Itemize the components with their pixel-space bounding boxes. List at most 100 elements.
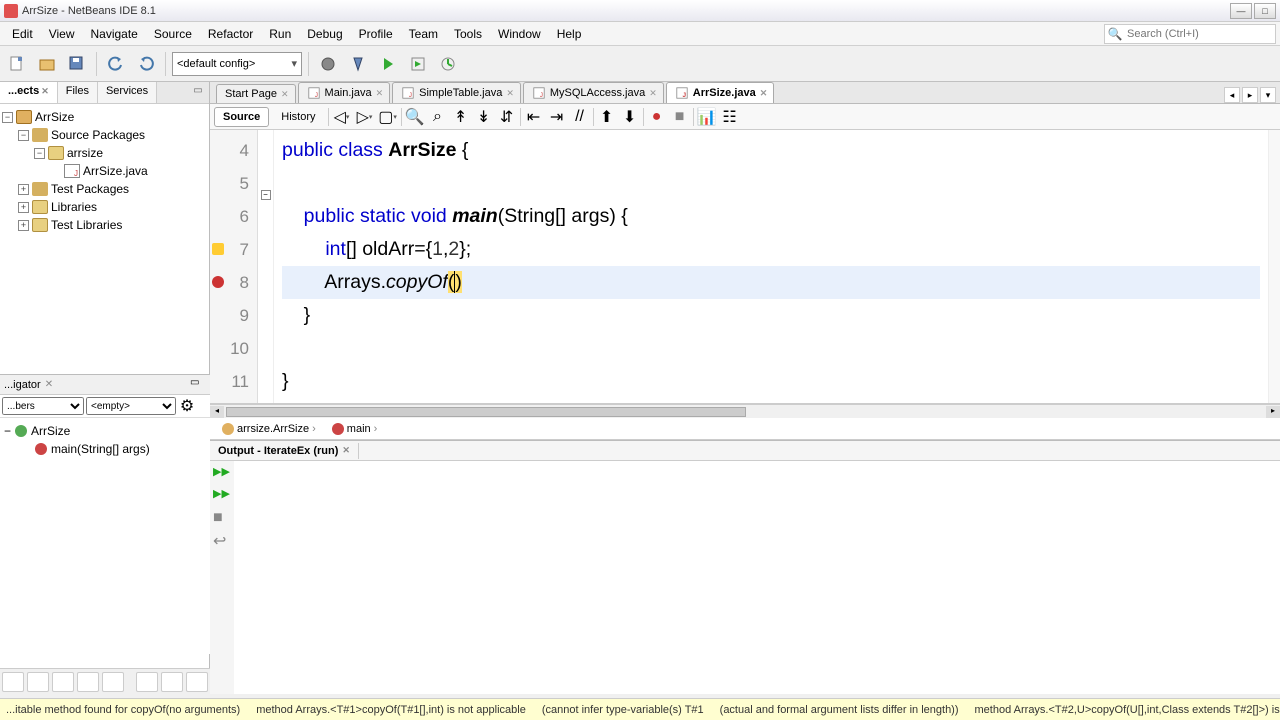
editor-tb-fwd[interactable]: ▷ (355, 107, 375, 127)
build-button[interactable] (315, 51, 341, 77)
editor-tb-selfind[interactable]: ⌕ (428, 107, 448, 127)
editor-tb-chart2[interactable]: ☷ (720, 107, 740, 127)
navigator-class[interactable]: ArrSize (31, 424, 70, 438)
subtab-source[interactable]: Source (214, 107, 269, 127)
panel-minimize-icon[interactable]: ▭ (190, 82, 206, 98)
search-input[interactable] (1125, 28, 1265, 40)
menu-source[interactable]: Source (146, 24, 200, 44)
navigator-scope-combo[interactable]: ...bers (2, 397, 84, 415)
editor-tb-nav[interactable]: ▢ (378, 107, 398, 127)
menu-debug[interactable]: Debug (299, 24, 350, 44)
output-content[interactable] (234, 461, 1280, 694)
undo-button[interactable] (103, 51, 129, 77)
editor-tb-prevmark[interactable]: ↟ (451, 107, 471, 127)
tree-package-arrsize[interactable]: arrsize (67, 146, 103, 160)
tab-files[interactable]: Files (58, 82, 98, 103)
nav-tb-6[interactable] (136, 672, 158, 692)
output-stop-button[interactable]: ■ (213, 509, 231, 527)
editor-tb-shiftr[interactable]: ⇥ (547, 107, 567, 127)
editor-tb-nexterr[interactable]: ⬇ (620, 107, 640, 127)
menu-window[interactable]: Window (490, 24, 549, 44)
editor-hscroll[interactable]: ◂▸ (210, 404, 1280, 418)
editor-tb-preverr[interactable]: ⬆ (597, 107, 617, 127)
editor-tb-comment[interactable]: // (570, 107, 590, 127)
profile-button[interactable] (435, 51, 461, 77)
crumb-class[interactable]: arrsize.ArrSize› (216, 421, 322, 437)
menu-run[interactable]: Run (261, 24, 299, 44)
code-text-area[interactable]: public class ArrSize { public static voi… (274, 130, 1268, 403)
tab-simpletable-java[interactable]: SimpleTable.java✕ (392, 82, 521, 103)
code-editor[interactable]: 4 5 6 7 8 9 10 11 − public class ArrSize… (210, 130, 1280, 404)
nav-tb-7[interactable] (161, 672, 183, 692)
output-wrap-button[interactable]: ↩ (213, 531, 231, 549)
menu-tools[interactable]: Tools (446, 24, 490, 44)
menu-refactor[interactable]: Refactor (200, 24, 261, 44)
tree-libraries[interactable]: Libraries (51, 200, 97, 214)
editor-tb-nextmark[interactable]: ↡ (474, 107, 494, 127)
editor-tb-rec[interactable]: ● (647, 107, 667, 127)
tab-main-java[interactable]: Main.java✕ (298, 82, 391, 103)
navigator-filter-icon[interactable]: ⚙ (178, 397, 196, 415)
editor-tb-chart1[interactable]: 📊 (697, 107, 717, 127)
navigator-filter-combo[interactable]: <empty> (86, 397, 176, 415)
new-file-button[interactable] (4, 51, 30, 77)
minimize-button[interactable]: — (1230, 3, 1252, 19)
nav-tb-5[interactable] (102, 672, 124, 692)
tab-projects[interactable]: ...ects✕ (0, 82, 58, 103)
new-project-button[interactable] (34, 51, 60, 77)
editor-tb-find[interactable]: 🔍 (405, 107, 425, 127)
line-number-gutter[interactable]: 4 5 6 7 8 9 10 11 (210, 130, 258, 403)
config-combo[interactable]: <default config> (172, 52, 302, 76)
navigator-min-icon[interactable]: ▭ (190, 377, 206, 393)
nav-tb-1[interactable] (2, 672, 24, 692)
editor-tb-shiftl[interactable]: ⇤ (524, 107, 544, 127)
tab-arrsize-java[interactable]: ArrSize.java✕ (666, 82, 775, 103)
tab-mysqlaccess-java[interactable]: MySQLAccess.java✕ (523, 82, 664, 103)
navigator-bottom-toolbar (0, 668, 210, 694)
menu-edit[interactable]: Edit (4, 24, 41, 44)
tree-source-packages[interactable]: Source Packages (51, 128, 145, 142)
tab-start-page[interactable]: Start Page✕ (216, 84, 296, 103)
editor-tb-toggle[interactable]: ⇵ (497, 107, 517, 127)
redo-button[interactable] (133, 51, 159, 77)
tree-test-libraries[interactable]: Test Libraries (51, 218, 122, 232)
nav-tb-2[interactable] (27, 672, 49, 692)
tree-project-root[interactable]: ArrSize (35, 110, 74, 124)
maximize-button[interactable]: □ (1254, 3, 1276, 19)
tabnav-prev[interactable]: ◂ (1224, 87, 1240, 103)
warning-marker-icon[interactable] (212, 243, 224, 255)
clean-build-button[interactable] (345, 51, 371, 77)
fold-column[interactable]: − (258, 130, 274, 403)
fold-toggle[interactable]: − (261, 190, 271, 200)
tabnav-next[interactable]: ▸ (1242, 87, 1258, 103)
save-all-button[interactable] (64, 51, 90, 77)
tree-test-packages[interactable]: Test Packages (51, 182, 129, 196)
error-stripe[interactable] (1268, 130, 1280, 403)
run-button[interactable] (375, 51, 401, 77)
menu-help[interactable]: Help (549, 24, 590, 44)
menu-profile[interactable]: Profile (351, 24, 401, 44)
menu-team[interactable]: Team (401, 24, 446, 44)
error-marker-icon[interactable] (212, 276, 224, 288)
output-tab[interactable]: Output - IterateEx (run)✕ (210, 443, 359, 459)
quick-search[interactable]: 🔍 (1104, 24, 1276, 44)
menu-navigate[interactable]: Navigate (82, 24, 145, 44)
nav-tb-3[interactable] (52, 672, 74, 692)
navigator-close-icon[interactable]: ✕ (45, 379, 53, 390)
output-rerun-button[interactable]: ▶▶ (213, 465, 231, 483)
nav-tb-8[interactable] (186, 672, 208, 692)
output-close-icon[interactable]: ✕ (342, 445, 350, 456)
editor-tb-back[interactable]: ◁ (332, 107, 352, 127)
tab-services[interactable]: Services (98, 82, 157, 103)
navigator-method-main[interactable]: main(String[] args) (51, 442, 150, 456)
subtab-history[interactable]: History (272, 107, 324, 127)
crumb-method[interactable]: main› (326, 421, 384, 437)
project-tree[interactable]: −ArrSize −Source Packages −arrsize ArrSi… (0, 104, 209, 238)
output-rerun2-button[interactable]: ▶▶ (213, 487, 231, 505)
debug-button[interactable] (405, 51, 431, 77)
editor-tb-stop[interactable]: ■ (670, 107, 690, 127)
tree-file-arrsize-java[interactable]: ArrSize.java (83, 164, 148, 178)
nav-tb-4[interactable] (77, 672, 99, 692)
tabnav-list[interactable]: ▾ (1260, 87, 1276, 103)
menu-view[interactable]: View (41, 24, 83, 44)
